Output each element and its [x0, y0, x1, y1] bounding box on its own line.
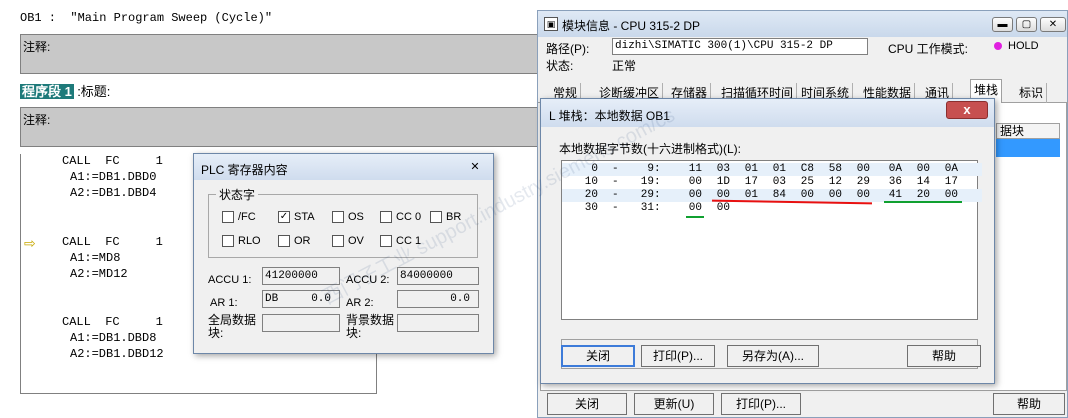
cpu-mode-led-icon	[994, 42, 1002, 50]
os-checkbox-icon	[332, 211, 344, 224]
minimize-button[interactable]: ▬	[992, 17, 1013, 32]
module-help-button[interactable]: 帮助	[993, 393, 1065, 415]
module-update-button[interactable]: 更新(U)	[634, 393, 714, 415]
instance-db-label: 背景数据块:	[346, 313, 395, 340]
ar1-prefix: DB	[265, 293, 279, 305]
rlo-checkbox-icon	[222, 235, 234, 248]
stl-line: A1:=MD8	[70, 251, 121, 265]
state-value: 正常	[612, 59, 637, 73]
br-checkbox-icon	[430, 211, 442, 224]
plc-titlebar: PLC 寄存器内容 ✕	[194, 154, 493, 180]
checkbox-or[interactable]: OR	[278, 235, 311, 248]
stack-list-selected-row[interactable]	[996, 139, 1060, 157]
accu2-label: ACCU 2:	[346, 274, 390, 286]
lstack-titlebar: L 堆栈：本地数据 OB1 x	[541, 99, 994, 127]
checkbox-ov[interactable]: OV	[332, 235, 364, 248]
accu1-label: ACCU 1:	[208, 274, 252, 286]
checkbox-fc[interactable]: /FC	[222, 211, 256, 224]
ar2-label: AR 2:	[346, 297, 374, 309]
or-checkbox-icon	[278, 235, 290, 248]
status-word-group	[208, 194, 478, 258]
ar2-field[interactable]: 0.0	[397, 290, 479, 308]
checkbox-rlo[interactable]: RLO	[222, 235, 261, 248]
lstack-close-button[interactable]: 关闭	[561, 345, 635, 367]
stl-line: A1:=DB1.DBD0	[70, 170, 157, 184]
status-word-label: 状态字	[216, 186, 259, 203]
cpu-mode-value: HOLD	[1008, 40, 1039, 52]
ar2-value: 0.0	[450, 293, 470, 305]
module-print-button[interactable]: 打印(P)...	[721, 393, 801, 415]
network-title: :标题:	[77, 84, 111, 99]
checkbox-cc1[interactable]: CC 1	[380, 235, 421, 248]
lstack-caption: 本地数据字节数(十六进制格式)(L):	[559, 142, 741, 156]
ar1-value: 0.0	[311, 293, 331, 305]
plc-close-icon[interactable]: ✕	[467, 160, 483, 174]
lstack-print-button[interactable]: 打印(P)...	[641, 345, 715, 367]
ar1-field[interactable]: DB 0.0	[262, 290, 340, 308]
plc-title: PLC 寄存器内容	[201, 163, 288, 177]
stl-line: A2:=DB1.DBD4	[70, 186, 157, 200]
global-db-field[interactable]	[262, 314, 340, 332]
network-comment-field[interactable]: 注释:	[20, 107, 540, 147]
stl-line: CALL FC 1	[62, 315, 163, 329]
module-info-title: 模块信息 - CPU 315-2 DP	[562, 19, 701, 33]
module-info-titlebar: ▣ 模块信息 - CPU 315-2 DP ▬ ▢ ✕	[538, 11, 1067, 37]
checkbox-cc0[interactable]: CC 0	[380, 211, 421, 224]
checkbox-br[interactable]: BR	[430, 211, 461, 224]
plc-register-dialog: PLC 寄存器内容 ✕ 状态字 /FC ✓ STA OS CC 0 BR RLO …	[193, 153, 494, 354]
network-label: 程序段 1	[20, 84, 74, 99]
network-comment-label: 注释:	[23, 113, 51, 127]
path-field[interactable]: dizhi\SIMATIC 300(1)\CPU 315-2 DP	[612, 38, 868, 55]
stack-list-header: 据块	[996, 123, 1060, 139]
breakpoint-arrow-icon: ⇨	[24, 235, 36, 251]
path-label: 路径(P):	[546, 42, 590, 56]
instance-db-field[interactable]	[397, 314, 479, 332]
ov-checkbox-icon	[332, 235, 344, 248]
lstack-title: L 堆栈：本地数据 OB1	[549, 109, 670, 123]
checkbox-sta[interactable]: ✓ STA	[278, 211, 315, 224]
lstack-help-button[interactable]: 帮助	[907, 345, 981, 367]
block-header: OB1 : "Main Program Sweep (Cycle)"	[20, 11, 273, 25]
block-comment-field[interactable]: 注释:	[20, 34, 540, 74]
network-header[interactable]: 程序段 1 :标题:	[20, 81, 110, 99]
stl-line: CALL FC 1	[62, 154, 163, 168]
green-annotation-underline	[884, 201, 962, 203]
tab-identification[interactable]: 标识	[1016, 83, 1048, 103]
state-label: 状态:	[546, 59, 574, 73]
accu2-field[interactable]: 84000000	[397, 267, 479, 285]
cc0-checkbox-icon	[380, 211, 392, 224]
stl-line: A1:=DB1.DBD8	[70, 331, 157, 345]
stl-line: A2:=DB1.DBD12	[70, 347, 164, 361]
module-app-icon: ▣	[544, 17, 558, 31]
ar1-label: AR 1:	[210, 297, 238, 309]
green-annotation-underline	[686, 216, 704, 218]
close-button[interactable]: ✕	[1040, 17, 1066, 32]
module-close-button[interactable]: 关闭	[547, 393, 627, 415]
sta-checkbox-icon: ✓	[278, 211, 290, 224]
lstack-row: 30-31: 00 00	[584, 202, 730, 214]
stl-line: CALL FC 1	[62, 235, 163, 249]
fc-checkbox-icon	[222, 211, 234, 224]
global-db-label: 全局数据块:	[208, 313, 257, 340]
lstack-row: 10-19: 00 1D 17 03 25 12 29 36 14 17	[584, 176, 958, 188]
stl-line: A2:=MD12	[70, 267, 128, 281]
lstack-save-as-button[interactable]: 另存为(A)...	[727, 345, 819, 367]
lstack-row: 0-9: 11 03 01 01 C8 58 00 0A 00 0A	[562, 163, 982, 176]
lstack-data-list[interactable]: 0-9: 11 03 01 01 C8 58 00 0A 00 0A 10-19: 00 1D 17 0…	[561, 160, 982, 320]
lstack-close-icon[interactable]: x	[946, 101, 988, 119]
accu1-field[interactable]: 41200000	[262, 267, 340, 285]
maximize-button[interactable]: ▢	[1016, 17, 1037, 32]
checkbox-os[interactable]: OS	[332, 211, 364, 224]
block-comment-label: 注释:	[23, 40, 51, 54]
cpu-mode-label: CPU 工作模式:	[888, 42, 969, 56]
lstack-dialog: L 堆栈：本地数据 OB1 x 本地数据字节数(十六进制格式)(L): 0-9:…	[540, 98, 995, 384]
cc1-checkbox-icon	[380, 235, 392, 248]
